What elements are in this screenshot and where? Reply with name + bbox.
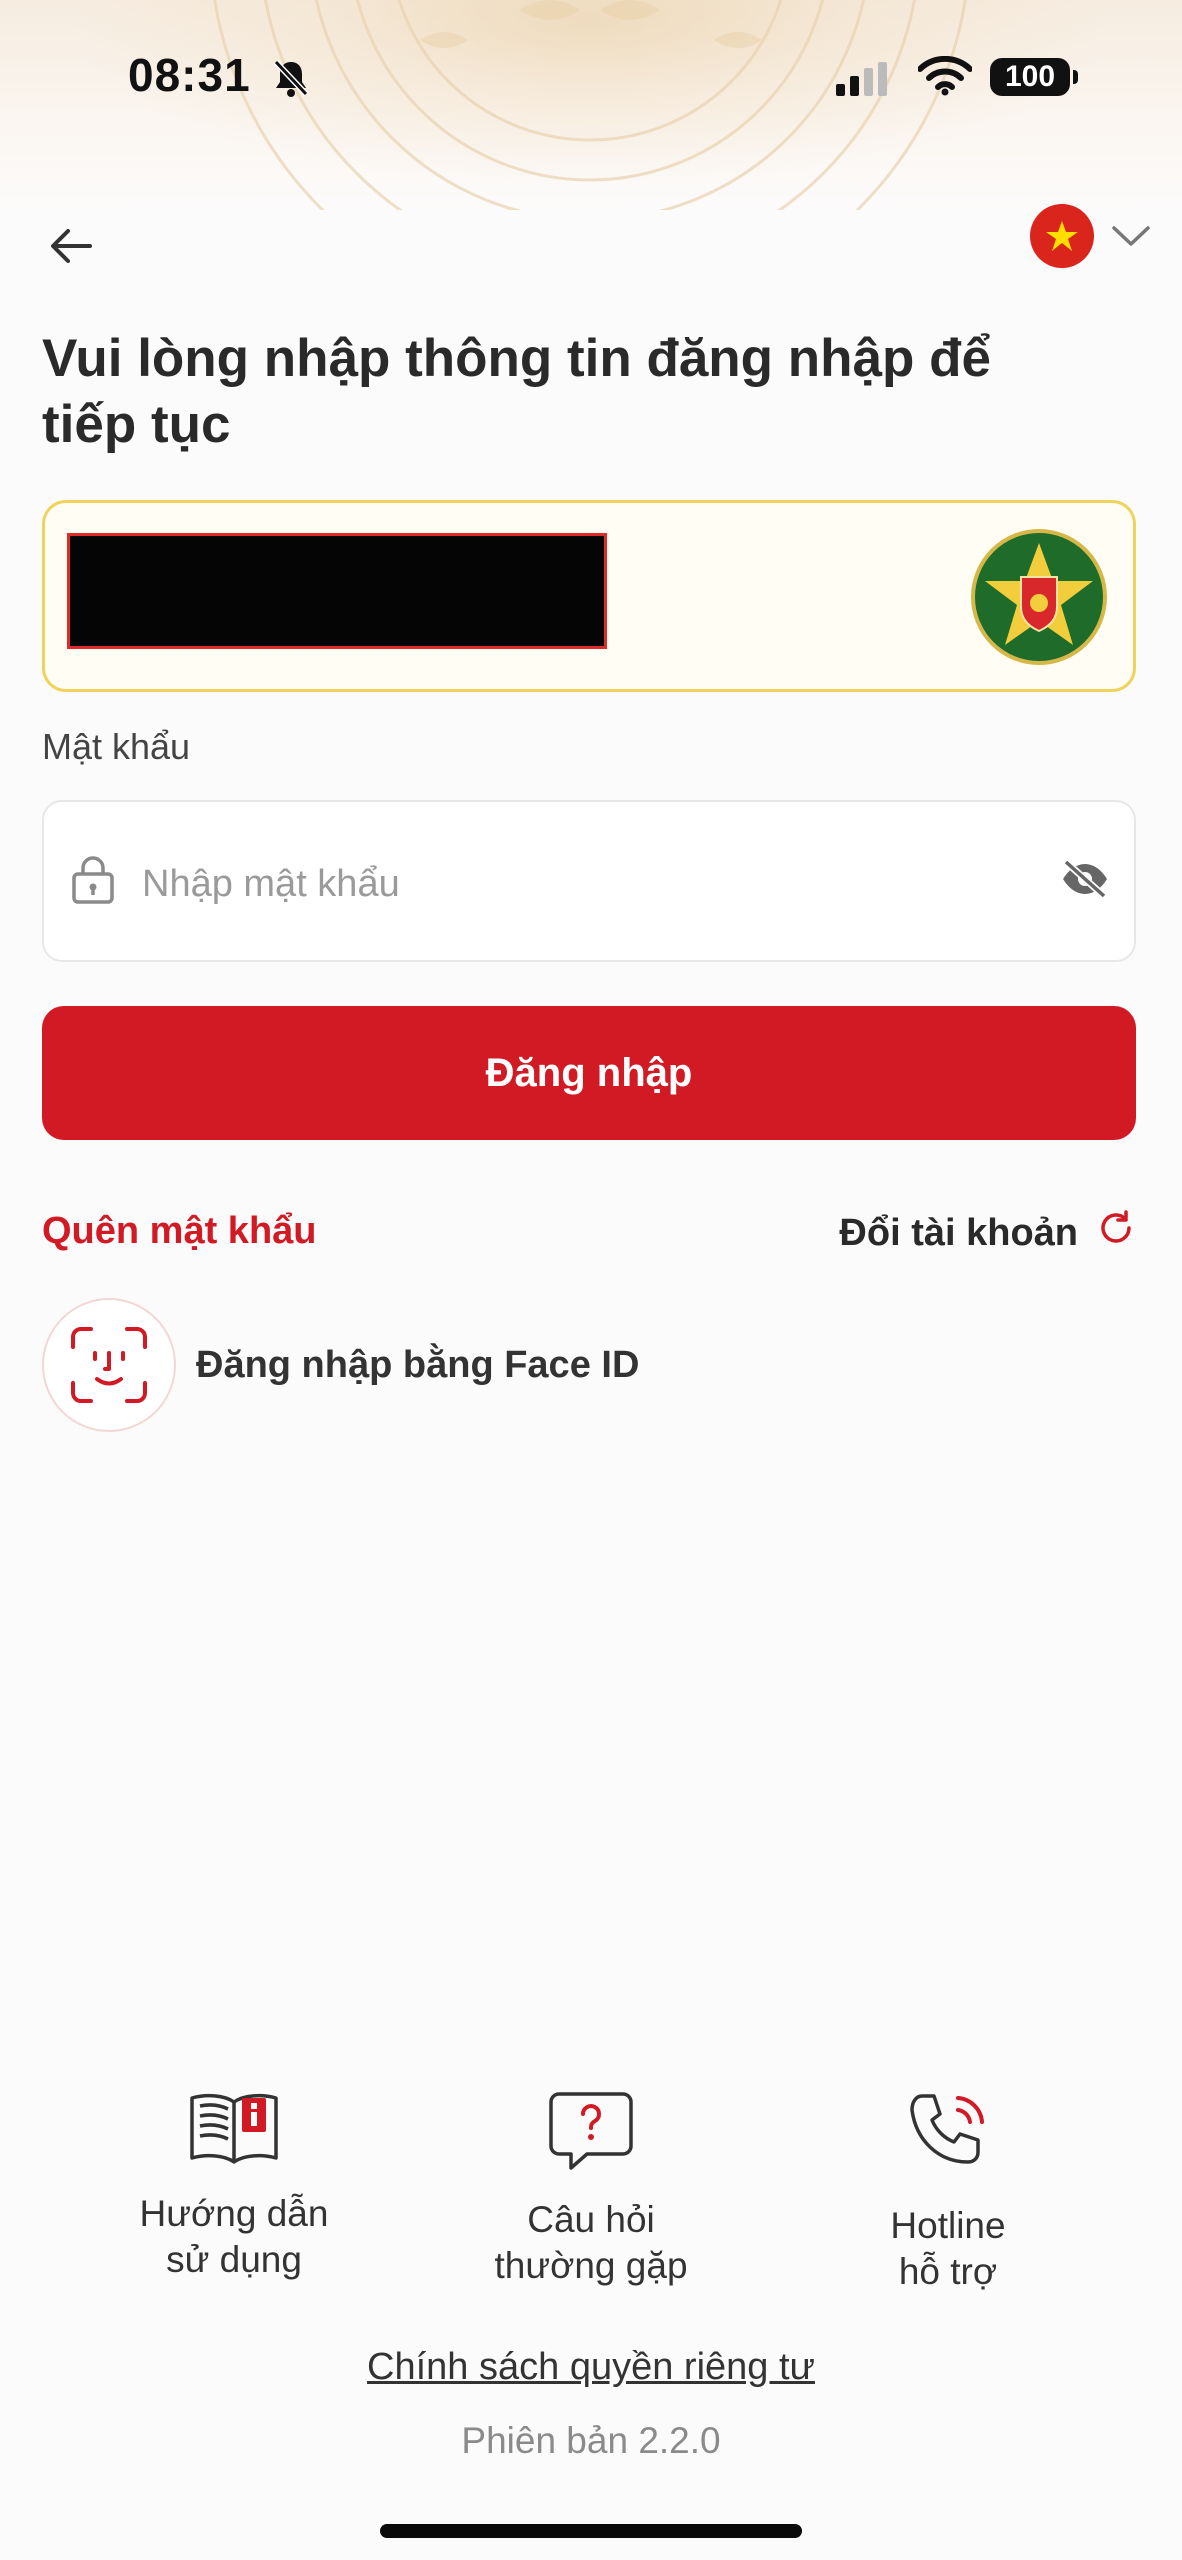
- book-icon: [184, 2088, 284, 2173]
- password-field[interactable]: [42, 800, 1136, 962]
- cellular-signal-icon: [836, 62, 896, 103]
- password-label: Mật khẩu: [42, 726, 191, 767]
- refresh-icon: [1096, 1208, 1136, 1258]
- wifi-icon: [917, 55, 973, 101]
- question-bubble-icon: [545, 2088, 637, 2179]
- hotline-label: Hotline hỗ trợ: [890, 2205, 1006, 2292]
- battery-tip: [1073, 70, 1078, 84]
- faq-button[interactable]: Câu hỏi thường gặp: [441, 2088, 741, 2289]
- password-input[interactable]: [140, 848, 984, 920]
- back-arrow-icon[interactable]: [44, 218, 100, 274]
- login-screen: 08:31 100 Vui lòng nhập thông tin đăng n…: [0, 0, 1182, 2560]
- privacy-policy-link[interactable]: Chính sách quyền riêng tư: [0, 2346, 1182, 2389]
- phone-call-icon: [902, 2088, 994, 2185]
- battery-indicator: 100: [990, 58, 1070, 96]
- user-guide-button[interactable]: Hướng dẫn sử dụng: [84, 2088, 384, 2283]
- faceid-label: Đăng nhập bằng Face ID: [196, 1343, 640, 1386]
- switch-account-label: Đổi tài khoản: [839, 1211, 1078, 1254]
- faceid-icon: [42, 1298, 176, 1432]
- account-name-redacted: [67, 533, 607, 649]
- vietnam-flag-icon[interactable]: [1030, 204, 1094, 268]
- forgot-password-link[interactable]: Quên mật khẩu: [42, 1210, 317, 1253]
- chevron-down-icon[interactable]: [1110, 222, 1152, 255]
- switch-account-button[interactable]: Đổi tài khoản: [839, 1208, 1136, 1258]
- app-version: Phiên bản 2.2.0: [461, 2420, 721, 2461]
- lock-icon: [70, 854, 116, 911]
- status-time: 08:31: [128, 49, 251, 101]
- faq-label: Câu hỏi thường gặp: [494, 2199, 688, 2286]
- account-card[interactable]: [42, 500, 1136, 692]
- page-title: Vui lòng nhập thông tin đăng nhập để tiế…: [42, 329, 991, 454]
- bell-off-icon: [272, 58, 310, 103]
- header-pattern: [0, 0, 1182, 210]
- vneid-emblem-icon: [971, 529, 1107, 665]
- user-guide-label: Hướng dẫn sử dụng: [139, 2193, 329, 2280]
- login-button[interactable]: Đăng nhập: [42, 1006, 1136, 1140]
- hotline-button[interactable]: Hotline hỗ trợ: [798, 2088, 1098, 2295]
- faceid-login-button[interactable]: Đăng nhập bằng Face ID: [42, 1298, 639, 1432]
- home-indicator[interactable]: [380, 2524, 802, 2538]
- eye-off-icon[interactable]: [1060, 858, 1110, 905]
